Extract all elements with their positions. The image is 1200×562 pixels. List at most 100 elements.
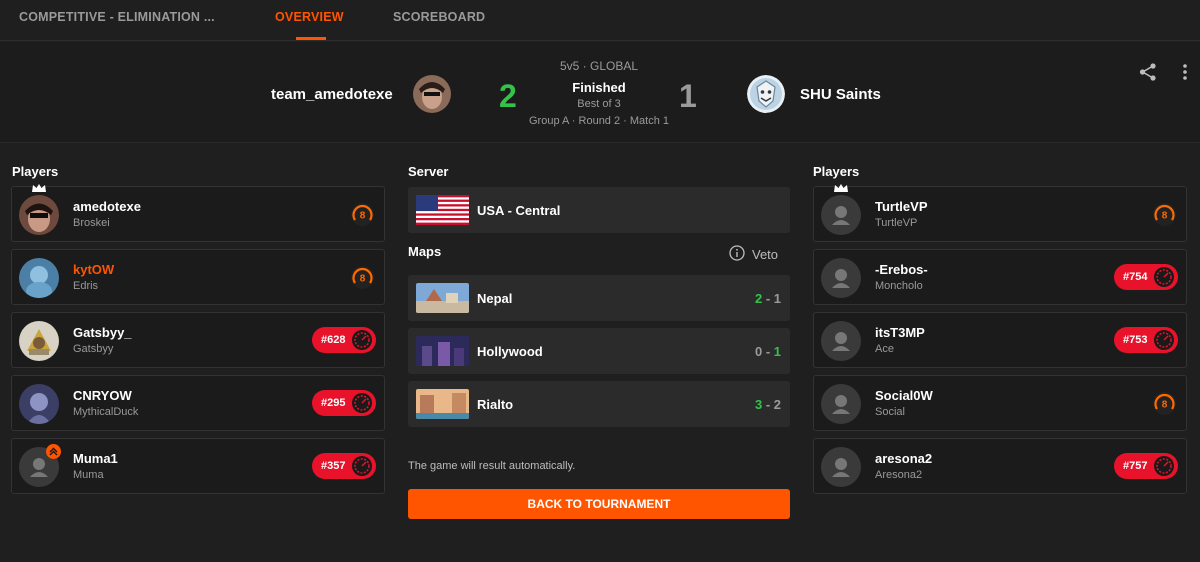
team2-score: 1 <box>679 78 697 114</box>
server-title: Server <box>408 164 449 179</box>
more-options-icon[interactable] <box>1181 63 1189 86</box>
player-name[interactable]: -Erebos- <box>875 262 928 277</box>
skill-level-badge: 8 <box>350 265 375 290</box>
team1-name[interactable]: team_amedotexe <box>271 86 393 103</box>
player-name[interactable]: TurtleVP <box>875 199 928 214</box>
map-name: Nepal <box>477 291 513 306</box>
player-card[interactable]: kytOW Edris 8 <box>11 249 385 305</box>
map-score-team2: 2 <box>773 397 781 412</box>
map-row[interactable]: Nepal 2 - 1 <box>408 275 790 321</box>
server-location: USA - Central <box>477 203 561 218</box>
player-subname: Ace <box>875 343 894 355</box>
rank-badge: #628 <box>312 327 376 353</box>
player-name[interactable]: aresona2 <box>875 451 932 466</box>
player-name[interactable]: kytOW <box>73 262 114 277</box>
player-subname: MythicalDuck <box>73 406 139 418</box>
tab-overview[interactable]: OVERVIEW <box>275 10 344 24</box>
match-mode: 5v5 · GLOBAL <box>559 59 639 73</box>
player-avatar <box>821 447 861 487</box>
map-thumbnail <box>416 336 469 366</box>
player-card[interactable]: TurtleVP TurtleVP 8 <box>813 184 1187 242</box>
player-card[interactable]: Social0W Social 8 <box>813 375 1187 431</box>
player-card[interactable]: itsT3MP Ace #753 <box>813 312 1187 368</box>
crown-icon <box>32 184 46 192</box>
auto-result-note: The game will result automatically. <box>408 460 576 472</box>
player-subname: Aresona2 <box>875 469 923 481</box>
right-players-title: Players <box>813 164 860 179</box>
player-name[interactable]: amedotexe <box>73 199 141 214</box>
rank-gauge-icon <box>352 456 372 476</box>
map-score: 3 - 2 <box>754 397 781 412</box>
tab-competitive[interactable]: COMPETITIVE - ELIMINATION ... <box>19 10 215 24</box>
map-row[interactable]: Hollywood 0 - 1 <box>408 328 790 374</box>
rank-value: #757 <box>1123 460 1148 472</box>
crown-icon <box>834 184 848 192</box>
map-row[interactable]: Rialto 3 - 2 <box>408 381 790 427</box>
player-card[interactable]: CNRYOW MythicalDuck #295 <box>11 375 385 431</box>
player-name[interactable]: Social0W <box>875 388 933 403</box>
player-subname: Social <box>875 406 905 418</box>
player-card[interactable]: amedotexe Broskei 8 <box>11 184 385 242</box>
rank-value: #295 <box>321 397 346 409</box>
veto-link[interactable]: Veto <box>752 247 778 262</box>
back-to-tournament-button[interactable]: BACK TO TOURNAMENT <box>408 489 790 519</box>
player-avatar <box>821 258 861 298</box>
skill-level-badge: 8 <box>350 202 375 227</box>
team2-name[interactable]: SHU Saints <box>800 86 881 103</box>
player-avatar <box>19 384 59 424</box>
team2-logo[interactable] <box>747 75 785 113</box>
match-status: Finished <box>572 80 626 95</box>
player-avatar <box>821 195 861 235</box>
left-players-title: Players <box>12 164 59 179</box>
match-stage: Group A · Round 2 · Match 1 <box>528 115 670 127</box>
skill-level-badge: 8 <box>1152 202 1177 227</box>
rank-badge: #753 <box>1114 327 1178 353</box>
map-score-team2: 1 <box>773 291 781 306</box>
map-score: 0 - 1 <box>754 344 781 359</box>
player-name[interactable]: Gatsbyy_ <box>73 325 132 340</box>
player-subname: TurtleVP <box>875 217 918 229</box>
rank-gauge-icon <box>1154 330 1174 350</box>
player-subname: Gatsbyy <box>73 343 114 355</box>
tab-scoreboard[interactable]: SCOREBOARD <box>393 10 485 24</box>
player-subname: Moncholo <box>875 280 923 292</box>
player-subname: Muma <box>73 469 104 481</box>
active-tab-indicator <box>296 37 326 40</box>
skill-level-value: 8 <box>360 211 366 222</box>
player-name[interactable]: itsT3MP <box>875 325 925 340</box>
player-card[interactable]: Gatsbyy_ Gatsbyy #628 <box>11 312 385 368</box>
level-up-icon <box>46 444 61 459</box>
rank-badge: #295 <box>312 390 376 416</box>
rank-gauge-icon <box>1154 456 1174 476</box>
player-card[interactable]: aresona2 Aresona2 #757 <box>813 438 1187 494</box>
player-avatar <box>821 321 861 361</box>
rank-gauge-icon <box>1154 267 1174 287</box>
team1-logo[interactable] <box>413 75 451 113</box>
rank-value: #628 <box>321 334 346 346</box>
player-card[interactable]: -Erebos- Moncholo #754 <box>813 249 1187 305</box>
match-format: Best of 3 <box>577 98 621 110</box>
map-score-team2: 1 <box>773 344 781 359</box>
top-nav: COMPETITIVE - ELIMINATION ... OVERVIEW S… <box>0 0 1200 41</box>
player-name[interactable]: Muma1 <box>73 451 118 466</box>
match-header: team_amedotexe 2 5v5 · GLOBAL Finished B… <box>0 42 1200 143</box>
info-icon[interactable] <box>729 245 745 261</box>
map-score: 2 - 1 <box>754 291 781 306</box>
rank-gauge-icon <box>352 393 372 413</box>
player-avatar <box>19 258 59 298</box>
rank-badge: #754 <box>1114 264 1178 290</box>
rank-badge: #757 <box>1114 453 1178 479</box>
maps-title: Maps <box>408 244 442 259</box>
player-name[interactable]: CNRYOW <box>73 388 132 403</box>
map-thumbnail <box>416 389 469 419</box>
rank-value: #357 <box>321 460 346 472</box>
server-card: USA - Central <box>408 187 790 233</box>
player-subname: Broskei <box>73 217 110 229</box>
player-avatar <box>821 384 861 424</box>
player-card[interactable]: Muma1 Muma #357 <box>11 438 385 494</box>
rank-value: #754 <box>1123 271 1148 283</box>
share-icon[interactable] <box>1138 62 1158 87</box>
rank-badge: #357 <box>312 453 376 479</box>
usa-flag-icon <box>416 195 469 225</box>
rank-gauge-icon <box>352 330 372 350</box>
